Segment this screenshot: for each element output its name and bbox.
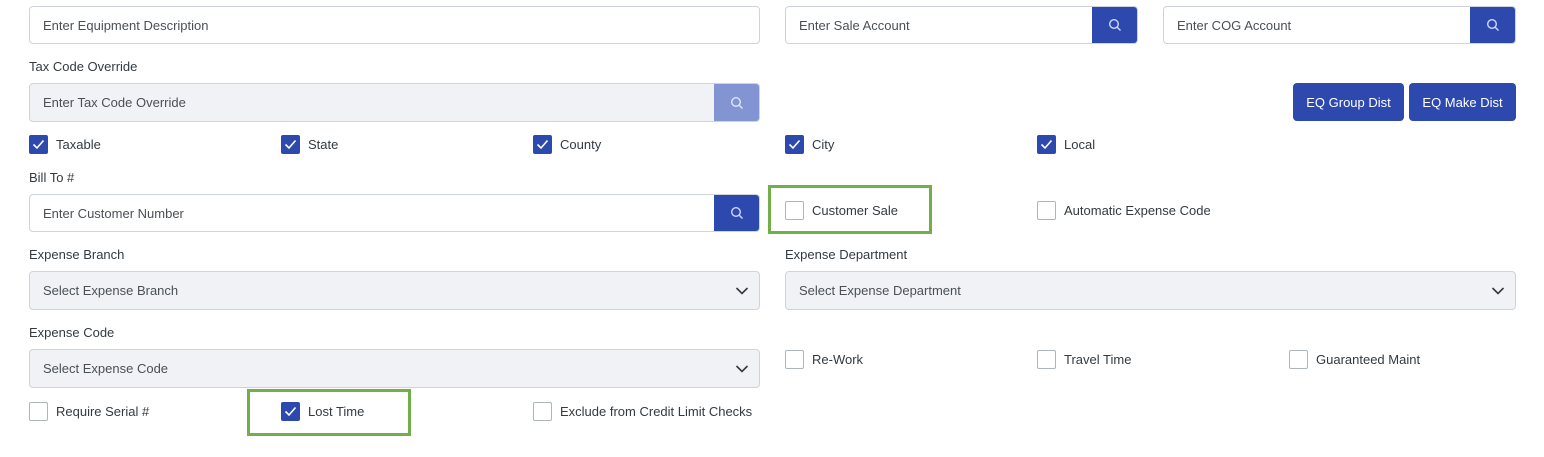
chevron-down-icon (1491, 286, 1505, 295)
automatic-expense-code-label: Automatic Expense Code (1064, 203, 1211, 218)
rework-checkbox[interactable] (785, 350, 804, 369)
county-checkbox-group[interactable]: County (533, 135, 601, 154)
expense-code-select[interactable]: Select Expense Code (29, 349, 760, 388)
check-icon (284, 406, 297, 417)
customer-sale-label: Customer Sale (812, 203, 898, 218)
guaranteed-maint-checkbox-group[interactable]: Guaranteed Maint (1289, 350, 1420, 369)
tax-code-override-placeholder: Enter Tax Code Override (43, 95, 186, 110)
local-label: Local (1064, 137, 1096, 152)
cog-account-search-button[interactable] (1470, 7, 1515, 43)
travel-time-checkbox-group[interactable]: Travel Time (1037, 350, 1131, 369)
require-serial-checkbox-group[interactable]: Require Serial # (29, 402, 149, 421)
state-label: State (308, 137, 339, 152)
expense-code-label: Expense Code (29, 325, 115, 340)
expense-department-select[interactable]: Select Expense Department (785, 271, 1516, 310)
exclude-credit-label: Exclude from Credit Limit Checks (560, 404, 753, 419)
search-icon (730, 96, 743, 109)
county-checkbox[interactable] (533, 135, 552, 154)
automatic-expense-code-checkbox-group[interactable]: Automatic Expense Code (1037, 201, 1211, 220)
local-checkbox-group[interactable]: Local (1037, 135, 1095, 154)
expense-code-value: Select Expense Code (43, 361, 169, 376)
expense-branch-select[interactable]: Select Expense Branch (29, 271, 760, 310)
city-checkbox[interactable] (785, 135, 804, 154)
eq-group-dist-button[interactable]: EQ Group Dist (1293, 83, 1404, 121)
chevron-down-icon (735, 364, 749, 373)
cog-account-placeholder: Enter COG Account (1177, 17, 1292, 33)
chevron-down-icon (735, 286, 749, 295)
lost-time-checkbox-group[interactable]: Lost Time (281, 402, 364, 421)
travel-time-label: Travel Time (1064, 352, 1132, 367)
equipment-description-input[interactable]: Enter Equipment Description (29, 6, 760, 44)
expense-department-value: Select Expense Department (799, 283, 961, 298)
exclude-credit-checkbox-group[interactable]: Exclude from Credit Limit Checks (533, 402, 752, 421)
customer-number-input[interactable]: Enter Customer Number (29, 194, 760, 232)
expense-branch-label: Expense Branch (29, 247, 125, 262)
lost-time-checkbox[interactable] (281, 402, 300, 421)
search-icon (1108, 18, 1121, 31)
eq-make-dist-button[interactable]: EQ Make Dist (1409, 83, 1516, 121)
check-icon (1040, 139, 1053, 150)
check-icon (284, 139, 297, 150)
local-checkbox[interactable] (1037, 135, 1056, 154)
require-serial-checkbox[interactable] (29, 402, 48, 421)
exclude-credit-checkbox[interactable] (533, 402, 552, 421)
travel-time-checkbox[interactable] (1037, 350, 1056, 369)
check-icon (788, 139, 801, 150)
tax-code-override-label: Tax Code Override (29, 59, 138, 74)
sale-account-placeholder: Enter Sale Account (799, 17, 910, 33)
require-serial-label: Require Serial # (56, 404, 150, 419)
search-icon (730, 206, 743, 219)
customer-sale-checkbox[interactable] (785, 201, 804, 220)
tax-code-search-button[interactable] (714, 84, 759, 121)
check-icon (536, 139, 549, 150)
automatic-expense-code-checkbox[interactable] (1037, 201, 1056, 220)
sale-account-input[interactable]: Enter Sale Account (785, 6, 1138, 44)
lost-time-label: Lost Time (308, 404, 365, 419)
expense-branch-value: Select Expense Branch (43, 283, 179, 298)
customer-search-button[interactable] (714, 195, 759, 231)
search-icon (1486, 18, 1499, 31)
bill-to-label: Bill To # (29, 170, 75, 185)
city-checkbox-group[interactable]: City (785, 135, 834, 154)
check-icon (32, 139, 45, 150)
county-label: County (560, 137, 602, 152)
rework-label: Re-Work (812, 352, 864, 367)
equipment-description-placeholder: Enter Equipment Description (43, 17, 209, 33)
guaranteed-maint-checkbox[interactable] (1289, 350, 1308, 369)
guaranteed-maint-label: Guaranteed Maint (1316, 352, 1421, 367)
rework-checkbox-group[interactable]: Re-Work (785, 350, 863, 369)
city-label: City (812, 137, 835, 152)
sale-account-search-button[interactable] (1092, 7, 1137, 43)
taxable-label: Taxable (56, 137, 101, 152)
tax-code-override-input[interactable]: Enter Tax Code Override (29, 83, 760, 122)
state-checkbox[interactable] (281, 135, 300, 154)
cog-account-input[interactable]: Enter COG Account (1163, 6, 1516, 44)
taxable-checkbox-group[interactable]: Taxable (29, 135, 101, 154)
customer-sale-checkbox-group[interactable]: Customer Sale (785, 201, 898, 220)
state-checkbox-group[interactable]: State (281, 135, 338, 154)
taxable-checkbox[interactable] (29, 135, 48, 154)
customer-number-placeholder: Enter Customer Number (43, 205, 184, 221)
expense-department-label: Expense Department (785, 247, 908, 262)
